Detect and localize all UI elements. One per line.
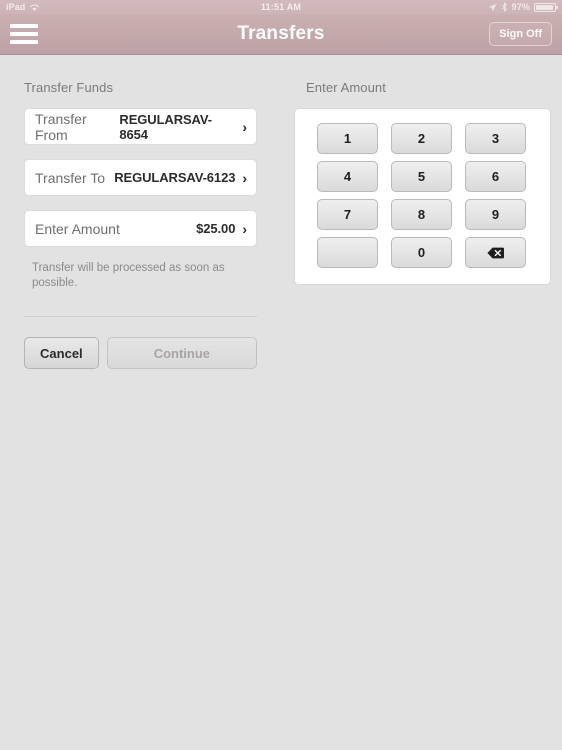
key-backspace[interactable]: [465, 237, 526, 268]
section-divider: [24, 316, 257, 317]
battery-percent-label: 97%: [511, 2, 530, 12]
transfer-from-label: Transfer From: [35, 110, 87, 143]
transfer-funds-heading: Transfer Funds: [24, 80, 114, 95]
backspace-icon: [487, 247, 504, 258]
page-title: Transfers: [237, 23, 325, 44]
chevron-right-icon: ›: [242, 220, 247, 237]
continue-button[interactable]: Continue: [106, 337, 257, 369]
bluetooth-icon: [501, 2, 507, 12]
key-9[interactable]: 9: [465, 199, 526, 230]
numeric-keypad-panel: 1 2 3 4 5 6 7 8 9 0: [294, 108, 551, 285]
location-arrow-icon: [488, 3, 497, 11]
enter-amount-row[interactable]: Enter Amount $25.00 ›: [24, 210, 257, 247]
numeric-keypad-grid: 1 2 3 4 5 6 7 8 9 0: [317, 123, 528, 268]
key-5[interactable]: 5: [391, 161, 452, 192]
key-4[interactable]: 4: [317, 161, 378, 192]
transfer-funds-pane: Transfer Funds Transfer From REGULARSAV-…: [0, 55, 281, 750]
status-bar-right: 97%: [488, 2, 558, 12]
main-content: Transfer Funds Transfer From REGULARSAV-…: [0, 55, 562, 750]
status-bar: iPad 11:51 AM 97%: [0, 0, 562, 14]
transfer-to-label: Transfer To: [35, 169, 106, 186]
key-6[interactable]: 6: [465, 161, 526, 192]
enter-amount-value: $25.00: [196, 221, 236, 236]
cancel-button[interactable]: Cancel: [24, 337, 99, 369]
transfer-to-value: REGULARSAV-6123: [114, 170, 236, 185]
enter-amount-pane: Enter Amount 1 2 3 4 5 6 7 8 9 0: [281, 55, 562, 750]
chevron-right-icon: ›: [242, 118, 247, 135]
key-1[interactable]: 1: [317, 123, 378, 154]
key-3[interactable]: 3: [465, 123, 526, 154]
enter-amount-heading: Enter Amount: [306, 80, 386, 95]
transfer-from-value: REGULARSAV-8654: [119, 111, 212, 142]
key-blank: [317, 237, 378, 268]
ipad-screen: iPad 11:51 AM 97% Transfers Sign Off Tra…: [0, 0, 562, 750]
enter-amount-label: Enter Amount: [35, 220, 120, 237]
key-8[interactable]: 8: [391, 199, 452, 230]
hamburger-menu-icon[interactable]: [10, 23, 38, 45]
transfer-from-row[interactable]: Transfer From REGULARSAV-8654 ›: [24, 108, 257, 145]
key-2[interactable]: 2: [391, 123, 452, 154]
key-0[interactable]: 0: [391, 237, 452, 268]
processing-note: Transfer will be processed as soon as po…: [32, 262, 225, 289]
status-bar-clock: 11:51 AM: [260, 2, 302, 12]
battery-icon: [534, 2, 558, 12]
action-buttons: Cancel Continue: [24, 337, 257, 369]
navigation-bar: Transfers Sign Off: [0, 14, 562, 55]
key-7[interactable]: 7: [317, 199, 378, 230]
chevron-right-icon: ›: [242, 169, 247, 186]
transfer-to-row[interactable]: Transfer To REGULARSAV-6123 ›: [24, 159, 257, 196]
sign-off-button[interactable]: Sign Off: [489, 22, 552, 46]
